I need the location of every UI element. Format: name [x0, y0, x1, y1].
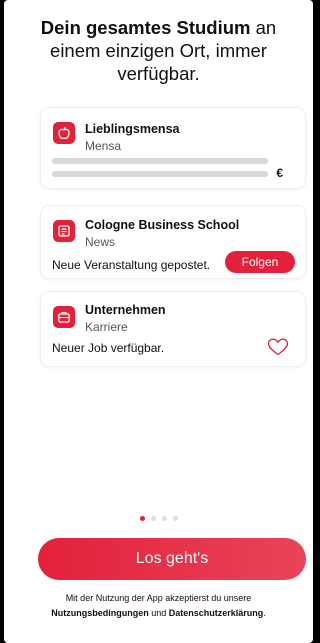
news-icon: [53, 220, 75, 242]
page-dot[interactable]: [172, 516, 178, 521]
currency-label: €: [276, 166, 283, 180]
page-dot[interactable]: [150, 516, 156, 521]
headline: Dein gesamtes Studium an einem einzigen …: [14, 16, 303, 85]
card-title: Lieblingsmensa: [85, 122, 180, 136]
apple-icon: [53, 122, 75, 144]
page-dot[interactable]: [161, 516, 167, 521]
card-text: Neue Veranstaltung gepostet.: [52, 258, 211, 272]
heart-icon[interactable]: [267, 338, 289, 361]
card-news: Cologne Business School News Neue Verans…: [41, 206, 305, 278]
card-subtitle: Mensa: [85, 139, 122, 153]
privacy-link[interactable]: Datenschutzerklärung: [169, 608, 264, 618]
briefcase-icon: [53, 306, 75, 328]
legal-end: .: [263, 608, 266, 618]
card-text: Neuer Job verfügbar.: [52, 341, 165, 355]
placeholder-bar: [52, 158, 268, 164]
card-subtitle: News: [85, 235, 116, 249]
legal-and: und: [148, 608, 169, 618]
page-dot-active[interactable]: [139, 516, 145, 521]
card-subtitle: Karriere: [85, 320, 128, 334]
card-mensa: Lieblingsmensa Mensa €: [41, 108, 305, 188]
placeholder-bar: [52, 171, 268, 177]
terms-link[interactable]: Nutzungsbedingungen: [51, 608, 148, 618]
card-title: Cologne Business School: [85, 218, 240, 232]
legal-notice: Mit der Nutzung der App akzeptierst du u…: [12, 591, 305, 621]
page-indicator: [4, 516, 313, 521]
card-title: Unternehmen: [85, 303, 166, 317]
legal-line: Mit der Nutzung der App akzeptierst du u…: [65, 593, 252, 603]
onboarding-screen: Dein gesamtes Studium an einem einzigen …: [4, 0, 313, 643]
card-career: Unternehmen Karriere Neuer Job verfügbar…: [41, 292, 305, 366]
headline-bold: Dein gesamtes Studium: [40, 17, 251, 38]
follow-button[interactable]: Folgen: [225, 251, 295, 273]
get-started-button[interactable]: Los geht's: [38, 538, 306, 580]
